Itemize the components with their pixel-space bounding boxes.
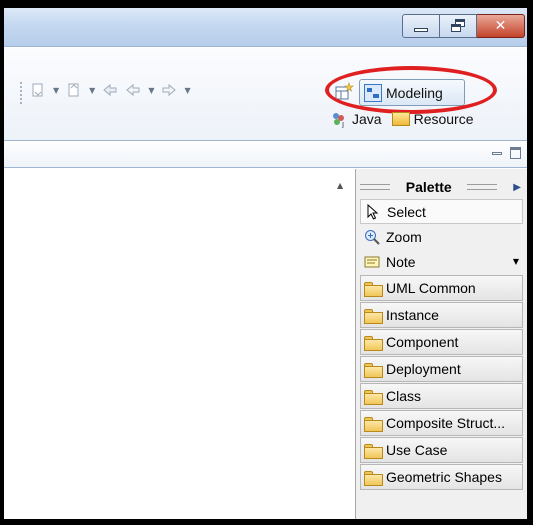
- folder-icon: [364, 281, 383, 297]
- next-annotation-icon[interactable]: [30, 82, 46, 98]
- maximize-view-icon[interactable]: [510, 147, 521, 159]
- resource-perspective-icon[interactable]: [391, 112, 410, 126]
- palette-drawer-label: Instance: [386, 307, 439, 323]
- folder-icon: [364, 362, 383, 378]
- palette-title: Palette: [405, 179, 452, 195]
- palette-drawer[interactable]: Composite Struct...: [360, 410, 523, 436]
- scroll-up-arrow-icon[interactable]: ▲: [337, 181, 343, 190]
- restore-button[interactable]: [440, 14, 477, 38]
- palette-tool-label: Select: [387, 203, 426, 220]
- palette-drawer-label: Class: [386, 388, 422, 404]
- navigation-toolbar-group: ▼ ▼ ▼ ▼: [30, 82, 191, 98]
- view-controls: [492, 147, 521, 159]
- canvas-vertical-scrollbar[interactable]: ▲: [332, 169, 354, 519]
- restore-icon: [450, 19, 466, 33]
- modeling-perspective-button[interactable]: Modeling: [359, 79, 465, 106]
- previous-annotation-icon[interactable]: [66, 82, 82, 98]
- perspective-row-2: J Java Resource: [330, 110, 474, 129]
- svg-text:J: J: [341, 121, 344, 128]
- palette-drawer-label: Composite Struct...: [386, 415, 506, 431]
- minimize-view-icon[interactable]: [492, 151, 502, 155]
- palette-drawer[interactable]: Class: [360, 383, 523, 409]
- next-annotation-dropdown[interactable]: ▼: [53, 86, 59, 95]
- palette-drawer-label: Use Case: [386, 442, 448, 458]
- last-edit-location-icon[interactable]: [102, 82, 118, 98]
- folder-icon: [364, 335, 383, 351]
- palette-drawer[interactable]: Geometric Shapes: [360, 464, 523, 490]
- frame-bottom-border: [0, 519, 533, 525]
- frame-right-border: [527, 0, 533, 525]
- window-title-bar: ✕: [4, 8, 527, 47]
- palette-drawer-label: Component: [386, 334, 459, 350]
- palette-drawer-label: Geometric Shapes: [386, 469, 502, 485]
- palette-menu-arrow-icon[interactable]: ▶: [513, 182, 521, 193]
- resource-perspective-label[interactable]: Resource: [414, 111, 474, 127]
- modeling-perspective-label: Modeling: [386, 84, 443, 101]
- close-button[interactable]: ✕: [477, 14, 525, 38]
- palette-tool-label: Note: [386, 253, 416, 270]
- palette-grip-left: [360, 184, 390, 190]
- palette-grip-right: [467, 184, 498, 190]
- back-dropdown[interactable]: ▼: [148, 86, 154, 95]
- palette-tool-note[interactable]: Note ▼: [360, 249, 523, 274]
- close-icon: ✕: [494, 18, 507, 34]
- palette-header[interactable]: Palette ▶: [360, 175, 523, 199]
- minimize-button[interactable]: [402, 14, 440, 38]
- frame-top-border: [0, 0, 533, 8]
- minimize-icon: [414, 28, 428, 32]
- palette-drawer-label: Deployment: [386, 361, 461, 377]
- java-perspective-icon[interactable]: J: [330, 110, 348, 129]
- java-perspective-label[interactable]: Java: [352, 111, 382, 127]
- previous-annotation-dropdown[interactable]: ▼: [89, 86, 95, 95]
- zoom-icon: [364, 229, 380, 245]
- modeling-perspective-icon: [364, 83, 382, 102]
- palette-drawer[interactable]: Use Case: [360, 437, 523, 463]
- palette-tool-zoom[interactable]: Zoom: [360, 224, 523, 249]
- palette-drawer-label: UML Common: [386, 280, 476, 296]
- note-dropdown-arrow-icon[interactable]: ▼: [513, 257, 519, 266]
- palette-drawer[interactable]: Instance: [360, 302, 523, 328]
- palette-tool-label: Zoom: [386, 228, 422, 245]
- folder-icon: [364, 470, 383, 486]
- main-toolbar: ▼ ▼ ▼ ▼ Modeling J Java Resource: [4, 48, 527, 140]
- folder-icon: [364, 443, 383, 459]
- palette-panel: Palette ▶ Select Zoom Note ▼ UML Common: [355, 169, 527, 519]
- note-icon: [364, 254, 380, 270]
- folder-icon: [364, 416, 383, 432]
- editor-tab-bar: [4, 140, 527, 168]
- back-icon[interactable]: [125, 82, 141, 98]
- open-perspective-icon[interactable]: [334, 82, 354, 102]
- palette-drawer[interactable]: UML Common: [360, 275, 523, 301]
- forward-dropdown[interactable]: ▼: [184, 86, 190, 95]
- palette-drawer[interactable]: Deployment: [360, 356, 523, 382]
- toolbar-grip[interactable]: [20, 82, 22, 104]
- palette-drawer[interactable]: Component: [360, 329, 523, 355]
- forward-icon[interactable]: [161, 82, 177, 98]
- folder-icon: [364, 308, 383, 324]
- folder-icon: [364, 389, 383, 405]
- palette-tool-select[interactable]: Select: [360, 199, 523, 224]
- diagram-canvas[interactable]: [4, 169, 354, 519]
- perspective-switcher: Modeling J Java Resource: [304, 66, 522, 134]
- arrow-cursor-icon: [365, 203, 381, 220]
